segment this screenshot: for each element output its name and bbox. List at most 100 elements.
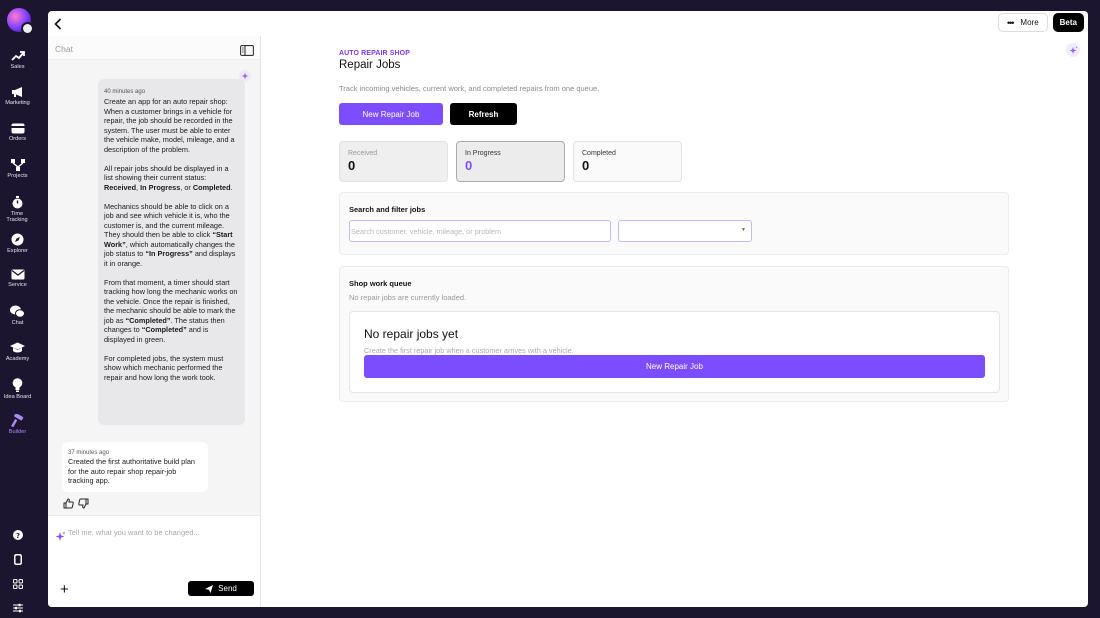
stopwatch-icon (12, 196, 23, 209)
sidebar-panel-icon (240, 45, 254, 56)
message-body: Created the first authoritative build pl… (68, 457, 195, 485)
nav-academy[interactable]: Academy (0, 342, 35, 362)
card-heading: Search and filter jobs (349, 205, 426, 214)
left-rail: Sales Marketing Orders Projects Time Tra… (0, 0, 35, 618)
send-icon (205, 584, 214, 593)
nav-sales[interactable]: Sales (0, 50, 35, 70)
stat-value: 0 (348, 158, 356, 173)
stat-received[interactable]: Received 0 (339, 141, 448, 182)
graduation-cap-icon (10, 342, 25, 353)
nav-label: Sales (10, 64, 25, 70)
nav-label: Builder (8, 429, 27, 435)
message-paragraph: From that moment, a timer should start t… (104, 278, 239, 345)
message-paragraph: For completed jobs, the system must show… (104, 353, 224, 382)
main-frame: ••• More Beta Chat 40 minutes ago Create… (48, 11, 1088, 607)
empty-new-repair-job-button[interactable]: New Repair Job (364, 355, 985, 378)
search-input[interactable] (349, 220, 611, 242)
sliders-icon (12, 603, 23, 613)
chat-header: Chat (48, 36, 260, 60)
text-span: Mechanics should be able to click on a j… (104, 201, 230, 240)
lightbulb-icon (12, 378, 23, 392)
mobile-icon (13, 554, 22, 565)
nav-chat[interactable]: Chat (0, 305, 35, 326)
network-icon (10, 159, 25, 171)
nav-label: Idea Board (3, 394, 32, 400)
text-span: , or (180, 182, 193, 192)
apps-button[interactable] (0, 579, 35, 589)
attach-button[interactable]: + (60, 582, 69, 597)
new-repair-job-button[interactable]: New Repair Job (339, 103, 443, 125)
stat-label: Received (348, 150, 378, 157)
message-time: 40 minutes ago (104, 89, 146, 95)
page-subtitle: Track incoming vehicles, current work, a… (339, 84, 600, 93)
search-filter-card: Search and filter jobs ▼ (339, 192, 1009, 255)
send-label: Send (218, 584, 237, 593)
settings-button[interactable] (0, 603, 35, 613)
nav-label: Explorer (7, 248, 28, 254)
nav-service[interactable]: Service (0, 269, 35, 288)
message-paragraph: Create an app for an auto repair shop: W… (104, 97, 235, 154)
status-completed-text: Completed (192, 182, 231, 192)
nav-orders[interactable]: Orders (0, 123, 35, 142)
stat-label: Completed (582, 150, 616, 157)
status-filter-select[interactable]: ▼ (618, 220, 752, 242)
help-button[interactable]: ? (0, 530, 35, 540)
thumbs-up-icon (63, 498, 74, 509)
beta-button[interactable]: Beta (1052, 13, 1084, 32)
beta-label: Beta (1059, 18, 1077, 27)
nav-time-tracking[interactable]: Time Tracking (0, 196, 35, 223)
stat-value: 0 (582, 158, 590, 173)
refresh-button[interactable]: Refresh (450, 103, 517, 125)
message-paragraph: All repair jobs should be displayed in a… (104, 164, 239, 193)
text-span: . (230, 182, 233, 192)
card-subtitle: No repair jobs are currently loaded. (349, 293, 467, 302)
nav-projects[interactable]: Projects (0, 159, 35, 179)
send-button[interactable]: Send (188, 581, 254, 596)
ai-assist-button[interactable] (1066, 43, 1080, 57)
back-button[interactable] (53, 17, 63, 35)
help-icon: ? (12, 530, 23, 540)
plus-icon: + (60, 581, 69, 598)
more-button[interactable]: ••• More (997, 13, 1048, 32)
more-label: More (1020, 18, 1039, 27)
bold-text: “Completed” (141, 325, 187, 334)
chevron-left-icon (54, 18, 62, 30)
chat-input[interactable] (68, 528, 248, 537)
stat-in-progress[interactable]: In Progress 0 (456, 141, 565, 182)
bold-text: “Completed” (125, 315, 171, 325)
compass-icon (11, 233, 24, 246)
more-dots-icon: ••• (1006, 17, 1015, 28)
stat-completed[interactable]: Completed 0 (573, 141, 682, 182)
sparkle-icon (1069, 45, 1078, 54)
thumbs-down-button[interactable] (78, 496, 89, 514)
thumbs-down-icon (78, 498, 89, 509)
hammer-icon (10, 414, 23, 427)
user-message: 40 minutes ago Create an app for an auto… (98, 79, 245, 425)
nav-marketing[interactable]: Marketing (0, 86, 35, 106)
trending-up-icon (10, 51, 25, 61)
chat-panel: Chat 40 minutes ago Create an app for an… (48, 36, 261, 607)
page-eyebrow: AUTO REPAIR SHOP (339, 50, 410, 57)
svg-text:?: ? (15, 532, 19, 540)
nav-idea-board[interactable]: Idea Board (0, 378, 35, 400)
nav-explorer[interactable]: Explorer (0, 233, 35, 254)
nav-label: Marketing (5, 100, 30, 106)
work-queue-card: Shop work queue No repair jobs are curre… (339, 266, 1009, 402)
chat-composer: + Send (48, 515, 260, 607)
assistant-message: 37 minutes ago Created the first authori… (62, 442, 208, 492)
avatar[interactable] (21, 22, 34, 35)
empty-title: No repair jobs yet (364, 327, 459, 341)
status-received-text: Received (104, 182, 137, 192)
page-title: Repair Jobs (339, 59, 401, 71)
workspace-logo[interactable] (7, 8, 34, 35)
thumbs-up-button[interactable] (63, 496, 74, 514)
apps-grid-icon (12, 579, 23, 589)
nav-label: Orders (8, 136, 27, 142)
top-actions: ••• More Beta (997, 13, 1084, 32)
message-body: Create an app for an auto repair shop: W… (104, 97, 239, 382)
feedback-buttons (63, 496, 89, 514)
nav-builder[interactable]: Builder (0, 414, 35, 435)
status-in-progress-text: In Progress (140, 182, 181, 192)
toggle-sidebar-button[interactable] (240, 43, 254, 61)
mobile-preview-button[interactable] (0, 554, 35, 565)
